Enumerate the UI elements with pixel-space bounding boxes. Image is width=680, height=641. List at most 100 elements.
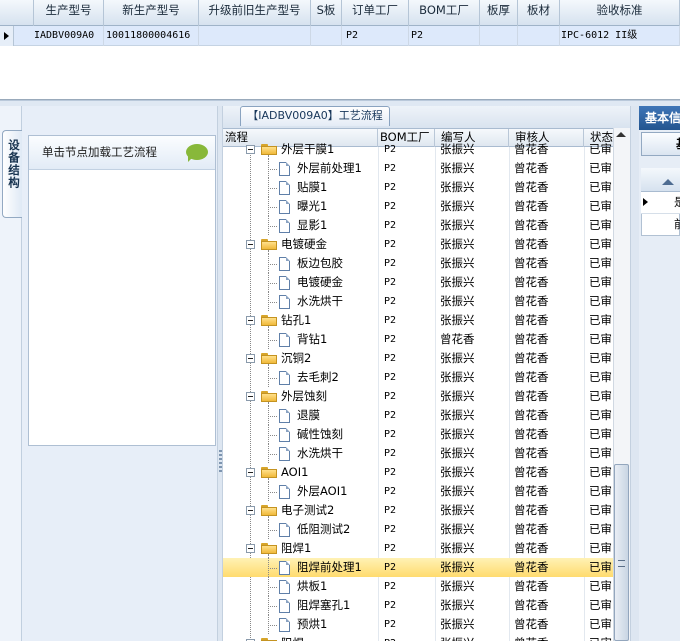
cell-status[interactable]: 已审 — [589, 197, 613, 216]
cell-writer[interactable]: 张振兴 — [440, 558, 508, 577]
cell-writer[interactable]: 张振兴 — [440, 197, 508, 216]
tree-row[interactable]: 背钻1 P2 曾花香 曾花香 已审 — [223, 330, 613, 349]
cell-status[interactable]: 已审 — [589, 558, 613, 577]
cell-writer[interactable]: 张振兴 — [440, 387, 508, 406]
cell-process-name[interactable]: 退膜 — [297, 406, 378, 425]
cell-process-name[interactable]: 电镀硬金 — [297, 273, 378, 292]
tree-row[interactable]: 沉铜2 P2 张振兴 曾花香 已审 — [223, 349, 613, 368]
cell-reviewer[interactable]: 曾花香 — [514, 292, 582, 311]
sort-arrow-icon[interactable] — [662, 179, 674, 185]
tree-row[interactable]: 阻焊塞孔1 P2 张振兴 曾花香 已审 — [223, 596, 613, 615]
cell-reviewer[interactable]: 曾花香 — [514, 387, 582, 406]
cell-process-name[interactable]: 烘板1 — [297, 577, 378, 596]
cell-bom-factory[interactable]: P2 — [384, 406, 434, 425]
cell-bom-factory[interactable]: P2 — [384, 596, 434, 615]
collapse-icon[interactable] — [246, 240, 255, 249]
cell-reviewer[interactable]: 曾花香 — [514, 235, 582, 254]
cell-reviewer[interactable]: 曾花香 — [514, 140, 582, 159]
tree-row[interactable]: 电镀硬金 P2 张振兴 曾花香 已审 — [223, 235, 613, 254]
cell-status[interactable]: 已审 — [589, 387, 613, 406]
tree-row[interactable]: 外层蚀刻 P2 张振兴 曾花香 已审 — [223, 387, 613, 406]
cell-status[interactable]: 已审 — [589, 463, 613, 482]
cell-bom-factory[interactable]: P2 — [384, 501, 434, 520]
cell-writer[interactable]: 张振兴 — [440, 254, 508, 273]
cell-writer[interactable]: 张振兴 — [440, 368, 508, 387]
cell-status[interactable]: 已审 — [589, 520, 613, 539]
cell-process-name[interactable]: 外层前处理1 — [297, 159, 378, 178]
collapse-icon[interactable] — [246, 145, 255, 154]
cell-bom-factory[interactable]: P2 — [384, 311, 434, 330]
cell-reviewer[interactable]: 曾花香 — [514, 444, 582, 463]
cell-reviewer[interactable]: 曾花香 — [514, 216, 582, 235]
cell-process-name[interactable]: 外层蚀刻 — [281, 387, 378, 406]
cell-writer[interactable]: 张振兴 — [440, 501, 508, 520]
cell-bom-factory[interactable]: P2 — [384, 197, 434, 216]
cell-reviewer[interactable]: 曾花香 — [514, 330, 582, 349]
tree-row[interactable]: 外层AOI1 P2 张振兴 曾花香 已审 — [223, 482, 613, 501]
cell-material[interactable] — [518, 26, 560, 46]
table-row[interactable]: IADBV009A0 10011800004616 P2 P2 IPC-6012… — [0, 26, 680, 46]
cell-writer[interactable]: 张振兴 — [440, 349, 508, 368]
cell-reviewer[interactable]: 曾花香 — [514, 577, 582, 596]
cell-process-name[interactable]: 电镀硬金 — [281, 235, 378, 254]
cell-status[interactable]: 已审 — [589, 216, 613, 235]
cell-writer[interactable]: 张振兴 — [440, 463, 508, 482]
cell-status[interactable]: 已审 — [589, 273, 613, 292]
cell-bom-factory[interactable]: P2 — [384, 330, 434, 349]
cell-writer[interactable]: 张振兴 — [440, 406, 508, 425]
column-header[interactable]: 订单工厂 — [342, 0, 409, 26]
cell-process-name[interactable]: 板边包胶 — [297, 254, 378, 273]
tab-basic[interactable]: 基 — [641, 132, 680, 156]
collapse-icon[interactable] — [246, 316, 255, 325]
cell-writer[interactable]: 张振兴 — [440, 140, 508, 159]
column-header[interactable]: 板厚 — [480, 0, 518, 26]
cell-reviewer[interactable]: 曾花香 — [514, 197, 582, 216]
tree-row[interactable]: 显影1 P2 张振兴 曾花香 已审 — [223, 216, 613, 235]
cell-status[interactable]: 已审 — [589, 444, 613, 463]
tree-row[interactable]: 钻孔1 P2 张振兴 曾花香 已审 — [223, 311, 613, 330]
cell-process-name[interactable]: AOI1 — [281, 463, 378, 482]
cell-writer[interactable]: 张振兴 — [440, 159, 508, 178]
cell-process-name[interactable]: 显影1 — [297, 216, 378, 235]
cell-reviewer[interactable]: 曾花香 — [514, 425, 582, 444]
tree-row[interactable]: 低阻测试2 P2 张振兴 曾花香 已审 — [223, 520, 613, 539]
cell-status[interactable]: 已审 — [589, 577, 613, 596]
collapse-icon[interactable] — [246, 468, 255, 477]
collapse-icon[interactable] — [246, 506, 255, 515]
cell-status[interactable]: 已审 — [589, 406, 613, 425]
cell-reviewer[interactable]: 曾花香 — [514, 159, 582, 178]
tree-row[interactable]: 电镀硬金 P2 张振兴 曾花香 已审 — [223, 273, 613, 292]
cell-value[interactable]: 是 — [674, 194, 680, 210]
cell-reviewer[interactable]: 曾花香 — [514, 406, 582, 425]
cell-status[interactable]: 已审 — [589, 482, 613, 501]
right-splitter[interactable] — [630, 106, 639, 641]
cell-writer[interactable]: 张振兴 — [440, 596, 508, 615]
column-header[interactable]: 生产型号 — [34, 0, 104, 26]
cell-writer[interactable]: 张振兴 — [440, 444, 508, 463]
cell-bom-factory[interactable]: P2 — [384, 539, 434, 558]
cell-status[interactable]: 已审 — [589, 235, 613, 254]
cell-process-name[interactable]: 外层干膜1 — [281, 140, 378, 159]
cell-status[interactable]: 已审 — [589, 330, 613, 349]
tree-row[interactable]: 曝光1 P2 张振兴 曾花香 已审 — [223, 197, 613, 216]
cell-process-name[interactable]: 外层AOI1 — [297, 482, 378, 501]
cell-status[interactable]: 已审 — [589, 349, 613, 368]
tree-row[interactable]: 贴膜1 P2 张振兴 曾花香 已审 — [223, 178, 613, 197]
tree-row[interactable]: 外层干膜1 P2 张振兴 曾花香 已审 — [223, 140, 613, 159]
tree-row[interactable]: 退膜 P2 张振兴 曾花香 已审 — [223, 406, 613, 425]
tree-row[interactable]: 外层前处理1 P2 张振兴 曾花香 已审 — [223, 159, 613, 178]
cell-bom-factory[interactable]: P2 — [384, 368, 434, 387]
column-header[interactable]: 验收标准 — [560, 0, 680, 26]
cell-writer[interactable]: 曾花香 — [440, 330, 508, 349]
tree-row[interactable]: 阻焊 P2 张振兴曾花香已审 — [223, 634, 613, 641]
cell-status[interactable]: 已审 — [589, 539, 613, 558]
cell-status[interactable]: 已审 — [589, 425, 613, 444]
cell-reviewer[interactable]: 曾花香 — [514, 634, 582, 641]
tree-row[interactable]: 烘板1 P2 张振兴 曾花香 已审 — [223, 577, 613, 596]
cell-new-model[interactable]: 10011800004616 — [104, 26, 199, 46]
tab-process-flow[interactable]: 【IADBV009A0】工艺流程 — [240, 106, 390, 126]
tab-device-structure[interactable]: 设备结构 — [2, 130, 22, 218]
cell-status[interactable]: 已审 — [589, 634, 613, 641]
tree-row[interactable]: 阻焊1 P2 张振兴 曾花香 已审 — [223, 539, 613, 558]
cell-process-name[interactable]: 阻焊1 — [281, 539, 378, 558]
